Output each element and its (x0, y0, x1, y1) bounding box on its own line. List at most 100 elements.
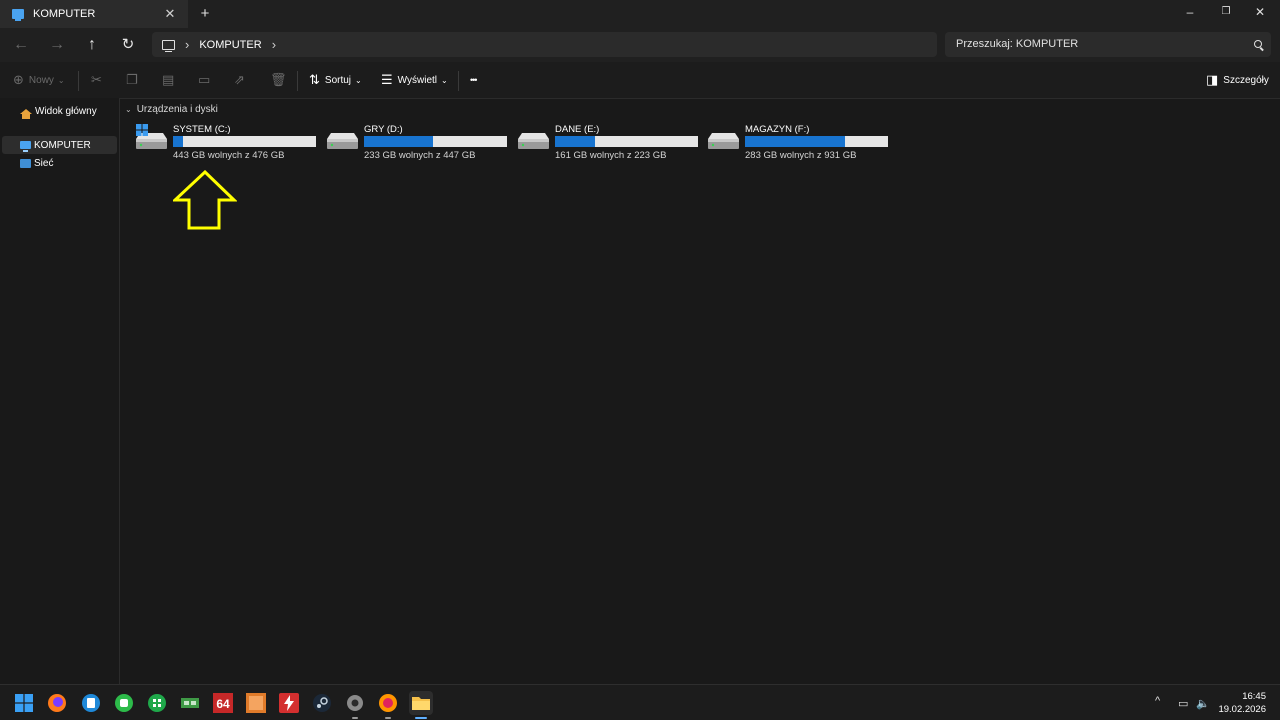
computer-icon (20, 141, 31, 152)
show-hidden-icons-button[interactable]: ^ (1155, 695, 1160, 707)
drive-usage-bar (364, 136, 507, 147)
running-indicator (415, 717, 427, 719)
search-placeholder: Przeszukaj: KOMPUTER (956, 38, 1079, 50)
file-explorer-icon (412, 697, 430, 710)
drive-usage-bar (173, 136, 316, 147)
chevron-right-icon[interactable]: › (272, 37, 276, 52)
drive-usage-bar (745, 136, 888, 147)
annotation-arrow-icon (173, 170, 237, 230)
sidebar-item-network[interactable]: Sieć (0, 154, 117, 172)
delete-button[interactable]: 🗑 (270, 62, 292, 98)
paste-button[interactable]: ▤ (162, 62, 179, 98)
clock-time: 16:45 (1242, 691, 1266, 702)
taskbar-cpu-z[interactable] (244, 691, 268, 715)
view-button[interactable]: ☰ Wyświetl ⌄ (381, 62, 448, 98)
app-green-icon (115, 694, 133, 712)
taskbar-settings[interactable] (343, 691, 367, 719)
drive-tile-e[interactable]: DANE (E:) 161 GB wolnych z 223 GB (517, 122, 702, 162)
taskbar-aida64[interactable]: 64 (211, 691, 235, 715)
taskbar-app-green[interactable] (112, 691, 136, 715)
search-icon[interactable] (1254, 40, 1262, 48)
paste-icon: ▤ (162, 72, 175, 87)
drive-tile-d[interactable]: GRY (D:) 233 GB wolnych z 447 GB (326, 122, 511, 162)
navigation-bar: ← → ↑ ↻ › KOMPUTER › Przeszukaj: KOMPUTE… (0, 28, 1280, 62)
tab-komputer[interactable]: KOMPUTER ✕ (0, 0, 188, 28)
drive-free-space: 161 GB wolnych z 223 GB (555, 150, 667, 161)
share-button[interactable]: ⇗ (234, 62, 250, 98)
navigation-pane: Widok główny KOMPUTER Sieć (0, 98, 120, 684)
running-indicator (352, 717, 358, 719)
taskbar-flash-app[interactable] (277, 691, 301, 715)
address-bar[interactable]: › KOMPUTER › (152, 32, 937, 57)
sort-button[interactable]: ⇅ Sortuj ⌄ (309, 62, 362, 98)
separator (78, 71, 79, 91)
title-bar: KOMPUTER ✕ + – ❐ ✕ (0, 0, 1280, 28)
minimize-button[interactable]: – (1170, 0, 1210, 28)
aida64-icon: 64 (213, 693, 233, 713)
chevron-down-icon: ⌄ (57, 75, 65, 85)
windows-start-icon (15, 694, 33, 712)
details-pane-icon: ◨ (1206, 72, 1219, 87)
forward-button[interactable]: → (46, 35, 68, 55)
sort-icon: ⇅ (309, 72, 320, 87)
drive-tile-c[interactable]: SYSTEM (C:) 443 GB wolnych z 476 GB (135, 122, 320, 162)
firefox-alt-icon (379, 694, 397, 712)
scissors-icon: ✂ (91, 72, 102, 87)
group-header[interactable]: ⌄ Urządzenia i dyski (125, 104, 218, 115)
breadcrumb-komputer[interactable]: KOMPUTER (199, 39, 261, 51)
plus-circle-icon: ⊕ (13, 72, 24, 87)
copy-icon: ❐ (126, 72, 138, 87)
drive-usage-bar (555, 136, 698, 147)
drive-usage-fill (555, 136, 596, 147)
drive-name: DANE (E:) (555, 124, 600, 135)
group-title: Urządzenia i dyski (136, 104, 218, 115)
taskbar-firefox[interactable] (45, 691, 69, 715)
chevron-down-icon: ⌄ (125, 105, 132, 114)
computer-icon (12, 9, 24, 21)
tab-close-button[interactable]: ✕ (162, 6, 178, 22)
monitor-icon (162, 39, 175, 52)
search-input[interactable]: Przeszukaj: KOMPUTER (945, 32, 1271, 57)
taskbar-firefox-alt[interactable] (376, 691, 400, 719)
hard-drive-icon (327, 133, 358, 149)
drive-free-space: 233 GB wolnych z 447 GB (364, 150, 476, 161)
network-icon (20, 158, 31, 168)
start-button[interactable] (12, 691, 36, 715)
details-button[interactable]: ◨ Szczegóły (1206, 62, 1269, 98)
taskbar-app-blue[interactable] (79, 691, 103, 715)
taskbar-steam[interactable] (310, 691, 334, 715)
volume-icon[interactable]: 🔈 (1196, 697, 1210, 710)
refresh-button[interactable]: ↻ (117, 35, 139, 55)
firefox-icon (48, 694, 66, 712)
rename-button[interactable]: ▭ (198, 62, 215, 98)
copy-button[interactable]: ❐ (126, 62, 143, 98)
drive-name: GRY (D:) (364, 124, 403, 135)
up-button[interactable]: ↑ (81, 35, 103, 55)
new-button[interactable]: ⊕ Nowy ⌄ (13, 62, 65, 98)
flash-icon (279, 693, 299, 713)
cut-button[interactable]: ✂ (91, 62, 107, 98)
view-icon: ☰ (381, 72, 393, 87)
back-button[interactable]: ← (10, 35, 32, 55)
more-options-button[interactable]: ••• (470, 62, 478, 98)
more-icon: ••• (470, 75, 478, 85)
sidebar-item-label: Sieć (34, 157, 54, 169)
clock[interactable]: 16:45 19.02.2026 (1218, 690, 1266, 716)
home-icon (20, 108, 32, 119)
sidebar-item-komputer[interactable]: KOMPUTER (2, 136, 117, 154)
drive-free-space: 443 GB wolnych z 476 GB (173, 150, 285, 161)
new-tab-button[interactable]: + (196, 5, 214, 23)
taskbar-app-grid[interactable] (145, 691, 169, 715)
taskbar-network-card[interactable] (178, 691, 202, 715)
hard-drive-icon (518, 133, 549, 149)
drive-tile-f[interactable]: MAGAZYN (F:) 283 GB wolnych z 931 GB (707, 122, 892, 162)
taskbar-file-explorer[interactable] (409, 691, 433, 719)
network-status-icon[interactable]: ▭ (1178, 697, 1188, 710)
drive-usage-fill (173, 136, 183, 147)
sidebar-item-home[interactable]: Widok główny (0, 102, 117, 120)
drive-name: MAGAZYN (F:) (745, 124, 810, 135)
close-button[interactable]: ✕ (1240, 0, 1280, 28)
chevron-down-icon: ⌄ (355, 75, 362, 85)
cpu-z-icon (246, 693, 266, 713)
drive-name: SYSTEM (C:) (173, 124, 231, 135)
